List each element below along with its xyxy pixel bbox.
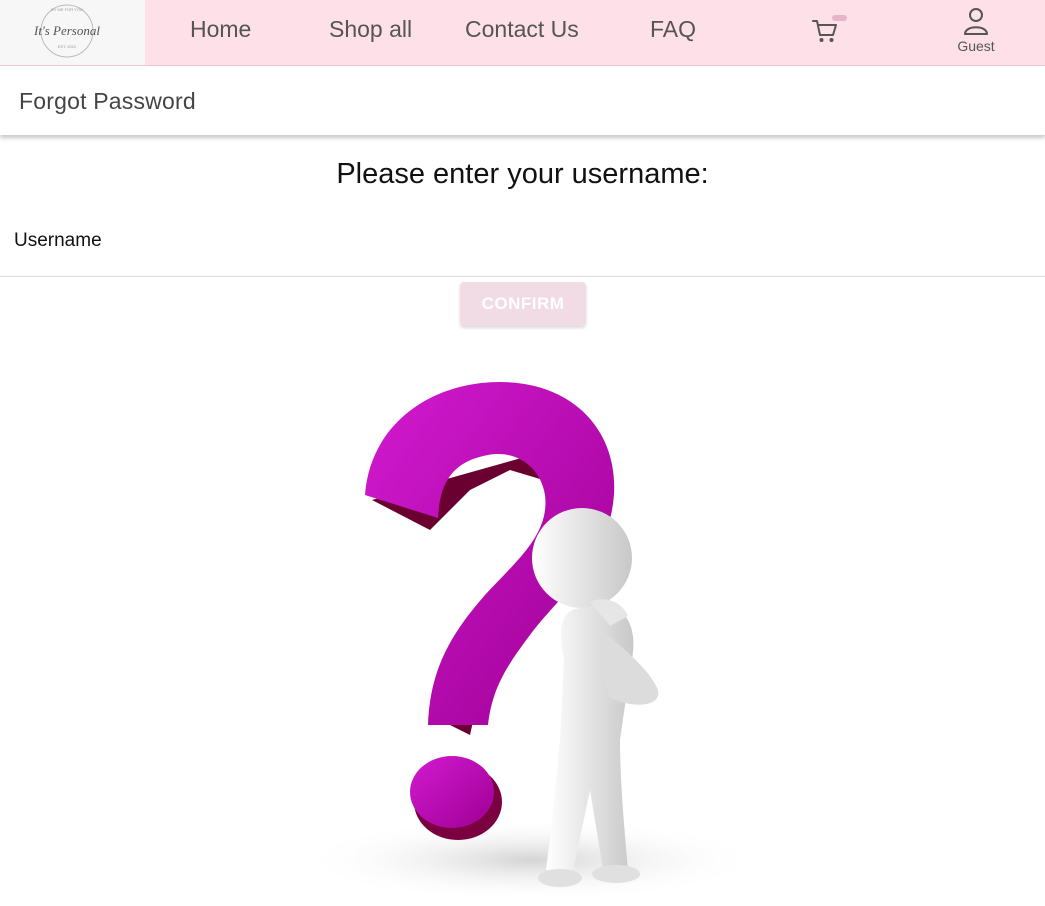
nav-home-link[interactable]: Home — [190, 15, 251, 43]
svg-text:EST. 2022: EST. 2022 — [58, 44, 77, 49]
username-field[interactable]: Username — [0, 216, 1045, 277]
username-prompt: Please enter your username: — [336, 158, 709, 190]
logo[interactable]: BY ME FOR YOU It's Personal EST. 2022 — [0, 0, 145, 65]
nav-faq-link[interactable]: FAQ — [650, 15, 696, 43]
logo-icon: BY ME FOR YOU It's Personal EST. 2022 — [33, 4, 100, 58]
page-title: Forgot Password — [19, 88, 196, 114]
nav-shop-all-link[interactable]: Shop all — [329, 15, 412, 43]
question-mark-figure-image — [300, 382, 760, 900]
user-icon — [964, 8, 988, 35]
top-navbar: BY ME FOR YOU It's Personal EST. 2022 Ho… — [0, 0, 1045, 66]
username-input[interactable] — [130, 226, 1014, 260]
cart-count-badge — [832, 15, 847, 21]
username-label: Username — [14, 230, 102, 251]
confirm-button[interactable]: CONFIRM — [460, 282, 586, 326]
account-label: Guest — [957, 38, 995, 54]
svg-text:BY ME FOR YOU: BY ME FOR YOU — [51, 7, 83, 12]
account-button[interactable]: Guest — [945, 7, 1007, 59]
svg-text:It's Personal: It's Personal — [33, 23, 100, 38]
cart-button[interactable] — [810, 14, 850, 44]
page-header: Forgot Password — [0, 66, 1045, 135]
nav-contact-us-link[interactable]: Contact Us — [465, 15, 579, 43]
